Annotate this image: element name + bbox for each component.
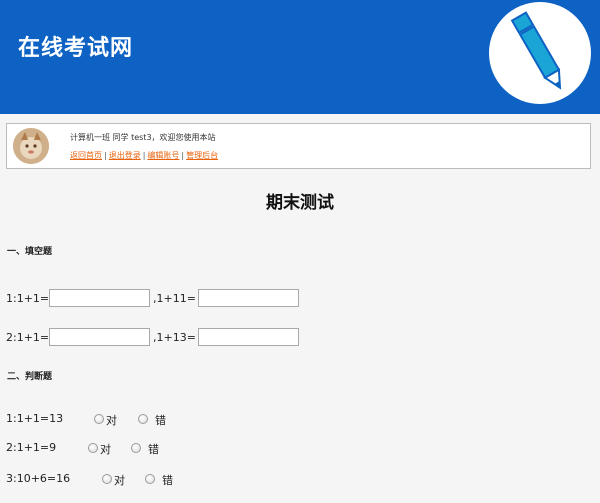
false-label: 错: [162, 474, 173, 487]
false-radio[interactable]: [145, 474, 155, 484]
site-header: 在线考试网: [0, 0, 600, 114]
fill-section-heading: 一、填空题: [7, 247, 53, 257]
false-label: 错: [155, 414, 166, 427]
answer-input-2a[interactable]: [49, 328, 150, 346]
welcome-text: 计算机一班 同学 test3，欢迎您使用本站: [70, 133, 216, 142]
question-prefix: 1:1+1=: [6, 292, 50, 305]
false-radio[interactable]: [138, 414, 148, 424]
logout-link[interactable]: 退出登录: [109, 151, 141, 160]
admin-link[interactable]: 管理后台: [186, 151, 218, 160]
home-link[interactable]: 返回首页: [70, 151, 102, 160]
question-text: 3:10+6=16: [6, 472, 71, 485]
link-separator: |: [142, 151, 146, 160]
true-label: 对: [100, 443, 111, 456]
question-text: 1:1+1=13: [6, 412, 64, 425]
question-text: 2:1+1=9: [6, 441, 57, 454]
link-separator: |: [104, 151, 107, 160]
answer-input-1a[interactable]: [49, 289, 150, 307]
question-middle: ,1+11=: [153, 292, 196, 305]
pencil-icon: [489, 2, 591, 104]
false-label: 错: [148, 443, 159, 456]
true-radio[interactable]: [94, 414, 104, 424]
false-radio[interactable]: [131, 443, 141, 453]
true-label: 对: [106, 414, 117, 427]
true-radio[interactable]: [88, 443, 98, 453]
answer-input-2b[interactable]: [198, 328, 299, 346]
true-radio[interactable]: [102, 474, 112, 484]
question-middle: ,1+13=: [153, 331, 196, 344]
user-info-panel: 计算机一班 同学 test3，欢迎您使用本站 返回首页 | 退出登录 | 编辑账号 | 管理…: [6, 123, 591, 169]
question-prefix: 2:1+1=: [6, 331, 50, 344]
link-separator: |: [181, 151, 185, 160]
user-links: 返回首页 | 退出登录 | 编辑账号 | 管理后台: [70, 150, 218, 161]
judge-section-heading: 二、判断题: [7, 372, 53, 382]
exam-title: 期末测试: [266, 193, 334, 213]
edit-account-link[interactable]: 编辑账号: [147, 151, 179, 160]
true-label: 对: [114, 474, 125, 487]
answer-input-1b[interactable]: [198, 289, 299, 307]
avatar: [13, 128, 49, 164]
site-title: 在线考试网: [18, 36, 134, 61]
